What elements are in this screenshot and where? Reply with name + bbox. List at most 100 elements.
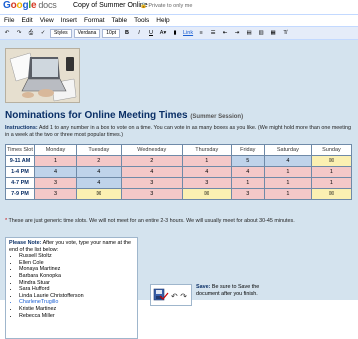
menu-help[interactable]: Help [156,17,169,24]
app-header: Google docs Copy of Summer Online 🔒 Priva… [0,0,358,15]
list-item[interactable]: Barbara Konopka [19,273,134,280]
list-item[interactable]: Ellen Cole [19,260,134,267]
time-slot-label: 7-9 PM [5,188,35,200]
menu-file[interactable]: File [4,17,14,24]
product-name: docs [38,0,57,10]
vote-cell[interactable]: 1 [230,177,265,189]
google-docs-logo[interactable]: Google docs [3,0,57,11]
list-item[interactable]: Kristie Martinez [19,306,134,313]
vote-cell[interactable]: 1 [34,155,77,167]
table-row: 4-7 PM 3 4 3 3 1 1 1 [5,177,353,189]
numbered-list-icon[interactable]: ≡ [196,28,206,38]
table-row: 9-11 AM 1 2 2 1 5 4 ☒ [5,155,353,167]
title-subtitle: (Summer Session) [190,114,244,120]
undo-icon[interactable]: ↶ [2,28,12,38]
vote-cell[interactable]: 3 [120,188,183,200]
menu-format[interactable]: Format [84,17,105,24]
header-friday: Friday [230,144,265,156]
vote-cell[interactable]: 1 [263,166,312,178]
bullet-list-icon[interactable]: ☰ [208,28,218,38]
schedule-table: Times Slot Monday Tuesday Wednesday Thur… [5,144,353,200]
vote-cell[interactable]: 3 [230,188,265,200]
vote-cell[interactable]: 4 [75,177,122,189]
outdent-icon[interactable]: ⇤ [220,28,230,38]
time-slot-label: 1-4 PM [5,166,35,178]
title-text: Nominations for Online Meeting Times [5,110,188,121]
bold-button[interactable]: B [122,28,132,38]
time-slot-label: 4-7 PM [5,177,35,189]
header-wednesday: Wednesday [120,144,183,156]
list-item[interactable]: Mindra Stuar [19,280,134,287]
document-body[interactable]: Nominations for Online Meeting Times (Su… [0,40,358,339]
instructions-label: Instructions: [5,125,38,131]
text-color-icon[interactable]: A▾ [158,28,168,38]
list-item[interactable]: Rebecca Miller [19,313,134,320]
vote-cell[interactable]: 3 [181,177,232,189]
link-button[interactable]: Link [182,28,194,38]
document-title[interactable]: Copy of Summer Online [73,2,148,9]
vote-cell[interactable]: 4 [75,166,122,178]
toolbar: ↶ ↷ ⎙ ✓ Styles Verdana 10pt B I U A▾ ▮ L… [0,26,358,40]
vote-cell[interactable]: 2 [75,155,122,167]
underline-button[interactable]: U [146,28,156,38]
clear-format-icon[interactable]: T̸ [280,28,290,38]
list-item[interactable]: Monaya Martinez [19,266,134,273]
print-icon[interactable]: ⎙ [26,28,36,38]
list-item[interactable]: Linda Laurie Christofferson [19,293,134,300]
vote-cell[interactable]: 1 [181,155,232,167]
vote-cell-checkbox[interactable]: ☒ [75,188,122,200]
list-item[interactable]: Sara Hufford [19,286,134,293]
font-size-select[interactable]: 10pt [102,28,120,38]
menu-insert[interactable]: Insert [61,17,77,24]
font-select[interactable]: Verdana [73,28,101,38]
header-saturday: Saturday [263,144,312,156]
vote-cell[interactable]: 1 [263,188,312,200]
vote-cell[interactable]: 4 [34,166,77,178]
align-left-icon[interactable]: ▤ [244,28,254,38]
vote-cell[interactable]: 4 [120,166,183,178]
vote-cell[interactable]: 4 [230,166,265,178]
privacy-status: 🔒 Private to only me [140,3,193,9]
vote-cell[interactable]: 4 [263,155,312,167]
header-time-slot: Times Slot [5,144,35,156]
note-text: These are just generic time slots. We wi… [8,218,295,224]
vote-cell[interactable]: 1 [263,177,312,189]
table-header-row: Times Slot Monday Tuesday Wednesday Thur… [5,144,353,156]
save-instruction: Save: Be sure to Save the document after… [196,284,276,298]
vote-cell[interactable]: 3 [120,177,183,189]
vote-cell[interactable]: 3 [34,188,77,200]
vote-cell[interactable]: 4 [181,166,232,178]
names-list: Russell Stoltz Ellen Cole Monaya Martine… [9,253,134,319]
align-center-icon[interactable]: ▥ [256,28,266,38]
vote-cell[interactable]: 1 [310,166,353,178]
save-reminder: ↶ ↷ Save: Be sure to Save the document a… [150,284,276,306]
list-item-link[interactable]: CharleneTrugillo [19,299,134,306]
vote-cell-checkbox[interactable]: ☒ [181,188,232,200]
vote-cell[interactable]: 2 [120,155,183,167]
menu-table[interactable]: Table [112,17,128,24]
vote-cell[interactable]: 1 [310,177,353,189]
names-box[interactable]: Please Note: After you vote, type your n… [5,237,138,339]
menu-tools[interactable]: Tools [134,17,149,24]
redo-icon[interactable]: ↷ [14,28,24,38]
vote-cell-checkbox[interactable]: ☒ [310,155,353,167]
spellcheck-icon[interactable]: ✓ [38,28,48,38]
vote-cell-checkbox[interactable]: ☒ [310,188,353,200]
highlight-icon[interactable]: ▮ [170,28,180,38]
indent-icon[interactable]: ⇥ [232,28,242,38]
header-thursday: Thursday [181,144,232,156]
vote-cell[interactable]: 5 [230,155,265,167]
note-star: * [5,218,8,224]
menu-view[interactable]: View [40,17,54,24]
list-item[interactable]: Russell Stoltz [19,253,134,260]
header-sunday: Sunday [310,144,353,156]
menu-bar: File Edit View Insert Format Table Tools… [0,15,358,26]
menu-edit[interactable]: Edit [21,17,32,24]
logo-letter: e [30,0,37,11]
align-right-icon[interactable]: ▦ [268,28,278,38]
table-row: 7-9 PM 3 ☒ 3 ☒ 3 1 ☒ [5,188,353,200]
vote-cell[interactable]: 3 [34,177,77,189]
time-slot-label: 9-11 AM [5,155,35,167]
style-select[interactable]: Styles [50,28,72,38]
italic-button[interactable]: I [134,28,144,38]
